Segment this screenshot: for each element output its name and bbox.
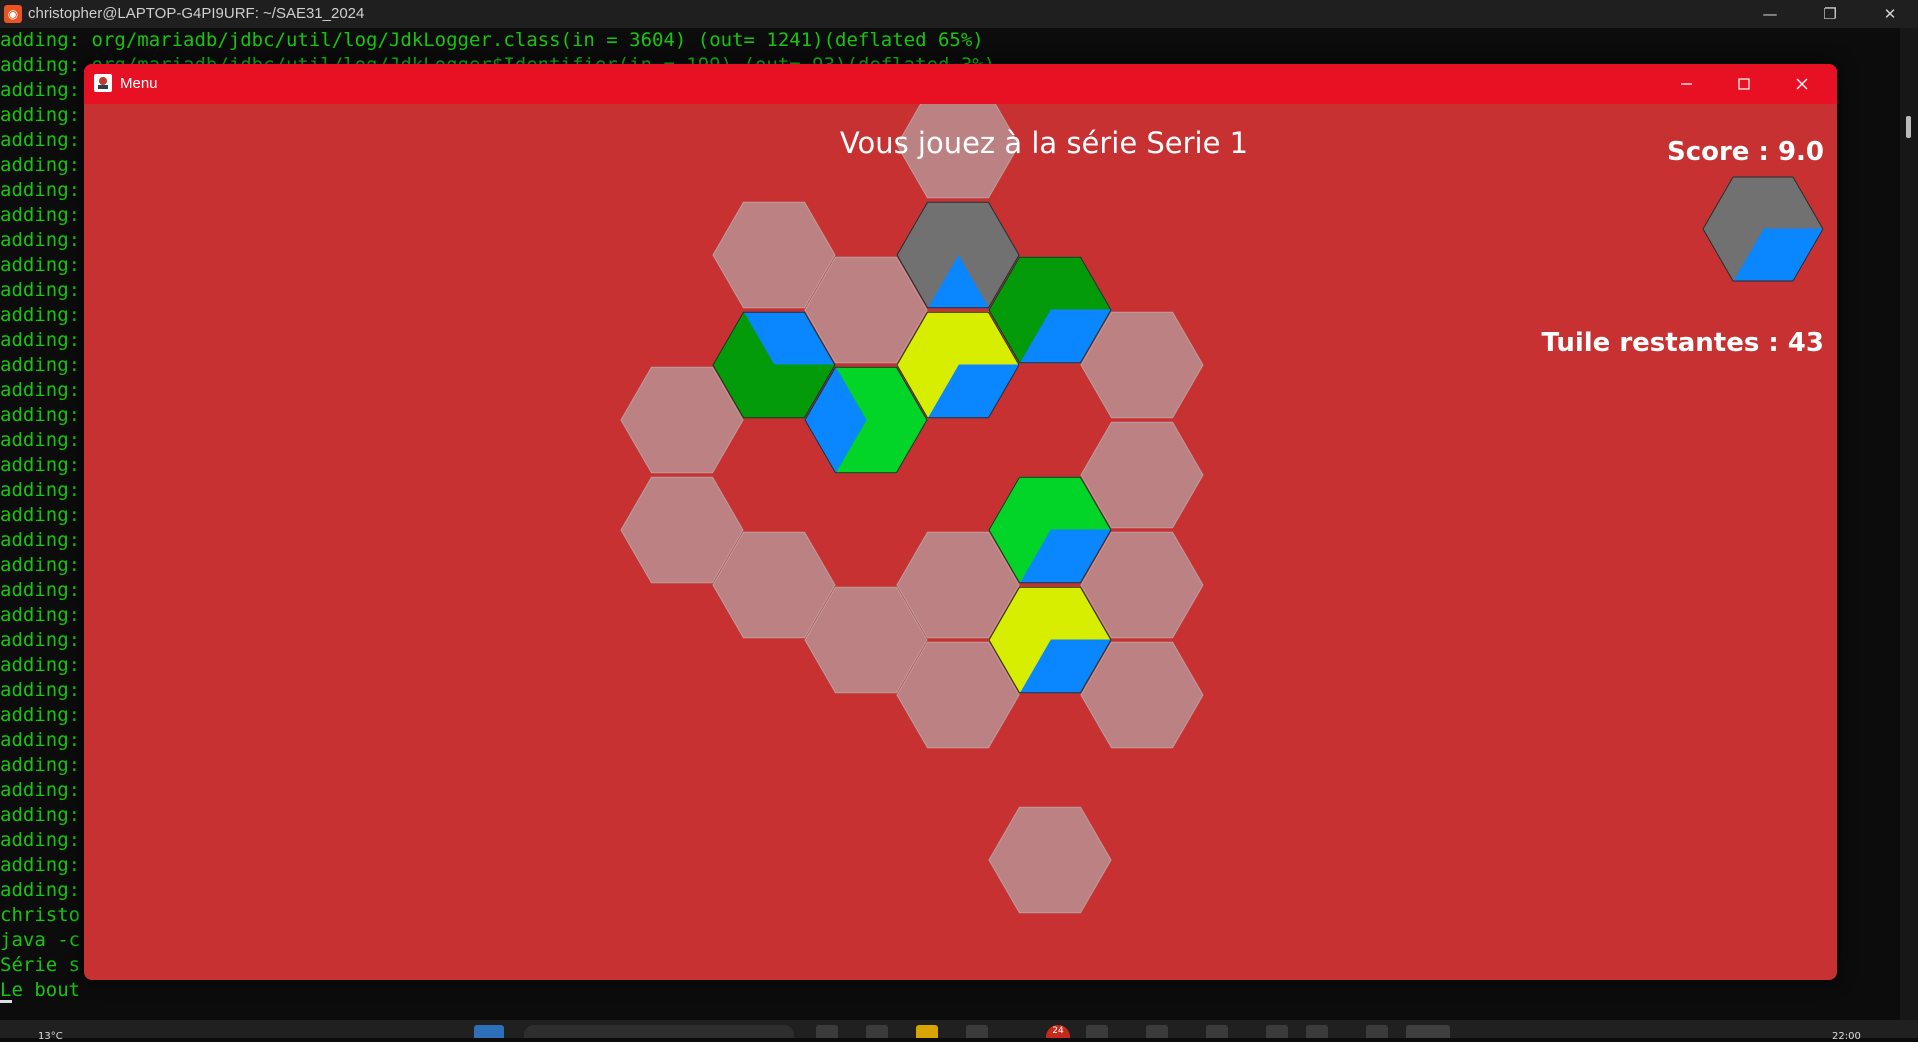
terminal-titlebar: ◉ christopher@LAPTOP-G4PI9URF: ~/SAE31_2…	[0, 0, 1918, 28]
hex-board[interactable]	[84, 104, 1837, 980]
taskbar-app-icon[interactable]	[1086, 1025, 1108, 1038]
terminal-line: adding:	[0, 154, 81, 176]
terminal-line: adding:	[0, 279, 81, 301]
scrollbar-thumb[interactable]	[1906, 116, 1911, 138]
taskbar-app-icon[interactable]	[1146, 1025, 1168, 1038]
score-label: Score : 9.0	[1666, 137, 1824, 167]
taskbar-app-icon[interactable]	[1306, 1025, 1328, 1038]
game-close-button[interactable]	[1773, 64, 1831, 104]
taskbar-app-icon[interactable]	[866, 1025, 888, 1038]
terminal-line: adding:	[0, 829, 81, 851]
terminal-line: adding:	[0, 479, 81, 501]
terminal-line: adding:	[0, 604, 81, 626]
game-maximize-button[interactable]	[1715, 64, 1773, 104]
start-icon[interactable]	[474, 1025, 504, 1038]
terminal-line: java -c	[0, 929, 81, 951]
terminal-line: adding:	[0, 679, 81, 701]
remaining-tiles-label: Tuile restantes : 43	[1541, 328, 1824, 358]
terminal-line: Le bout	[0, 979, 81, 1001]
terminal-restore-button[interactable]: ❐	[1806, 0, 1854, 28]
terminal-line: adding:	[0, 429, 81, 451]
terminal-close-button[interactable]: ✕	[1866, 0, 1914, 28]
taskbar: 13°C 24 22:00	[0, 1020, 1918, 1042]
notification-badge[interactable]: 24	[1046, 1025, 1070, 1038]
terminal-line: adding:	[0, 129, 81, 151]
game-minimize-button[interactable]	[1657, 64, 1715, 104]
series-title: Vous jouez à la série Serie 1	[839, 126, 1249, 160]
taskbar-app-icon[interactable]	[1266, 1025, 1288, 1038]
terminal-line: adding:	[0, 854, 81, 876]
terminal-line: adding:	[0, 229, 81, 251]
terminal-line: adding:	[0, 79, 81, 101]
terminal-line: adding:	[0, 529, 81, 551]
taskbar-search-box[interactable]	[524, 1025, 794, 1038]
terminal-line: adding:	[0, 329, 81, 351]
terminal-line: adding:	[0, 629, 81, 651]
terminal-line: adding:	[0, 179, 81, 201]
file-explorer-icon[interactable]	[916, 1025, 938, 1038]
terminal-line: adding: org/mariadb/jdbc/util/log/JdkLog…	[0, 29, 984, 51]
terminal-line: adding:	[0, 779, 81, 801]
next-tile[interactable]	[1702, 175, 1824, 283]
terminal-cursor	[0, 1000, 12, 1003]
empty-hex-slot	[988, 806, 1112, 914]
terminal-line: adding:	[0, 104, 81, 126]
terminal-line: adding:	[0, 579, 81, 601]
terminal-line: adding:	[0, 804, 81, 826]
next-tile-preview	[1702, 175, 1824, 283]
terminal-line: adding:	[0, 354, 81, 376]
terminal-scrollbar[interactable]	[1900, 28, 1918, 1020]
taskbar-app-icon[interactable]	[816, 1025, 838, 1038]
terminal-line: adding:	[0, 304, 81, 326]
java-app-icon	[94, 74, 112, 92]
terminal-line: adding:	[0, 654, 81, 676]
terminal-line: Série s	[0, 954, 81, 976]
terminal-line: adding:	[0, 729, 81, 751]
terminal-line: adding:	[0, 404, 81, 426]
terminal-taskbar-icon[interactable]	[1406, 1025, 1450, 1038]
terminal-line: christo	[0, 904, 81, 926]
terminal-minimize-button[interactable]: —	[1746, 0, 1794, 28]
terminal-line: adding:	[0, 204, 81, 226]
terminal-title: christopher@LAPTOP-G4PI9URF: ~/SAE31_202…	[28, 5, 365, 22]
game-window-title: Menu	[120, 75, 158, 92]
weather-temperature[interactable]: 13°C	[38, 1031, 63, 1042]
terminal-line: adding:	[0, 454, 81, 476]
terminal-line: adding:	[0, 754, 81, 776]
terminal-line: adding:	[0, 554, 81, 576]
taskbar-app-icon[interactable]	[966, 1025, 988, 1038]
taskbar-app-icon[interactable]	[1206, 1025, 1228, 1038]
taskbar-clock[interactable]: 22:00	[1832, 1031, 1861, 1042]
taskbar-app-icon[interactable]	[1366, 1025, 1388, 1038]
terminal-line: adding:	[0, 704, 81, 726]
ubuntu-icon: ◉	[4, 5, 22, 23]
game-titlebar: Menu	[84, 64, 1837, 104]
terminal-line: adding:	[0, 379, 81, 401]
terminal-line: adding:	[0, 504, 81, 526]
terminal-line: adding:	[0, 879, 81, 901]
game-window: Menu Vous jouez à la série Serie 1 Score…	[84, 64, 1837, 980]
terminal-line: adding:	[0, 254, 81, 276]
